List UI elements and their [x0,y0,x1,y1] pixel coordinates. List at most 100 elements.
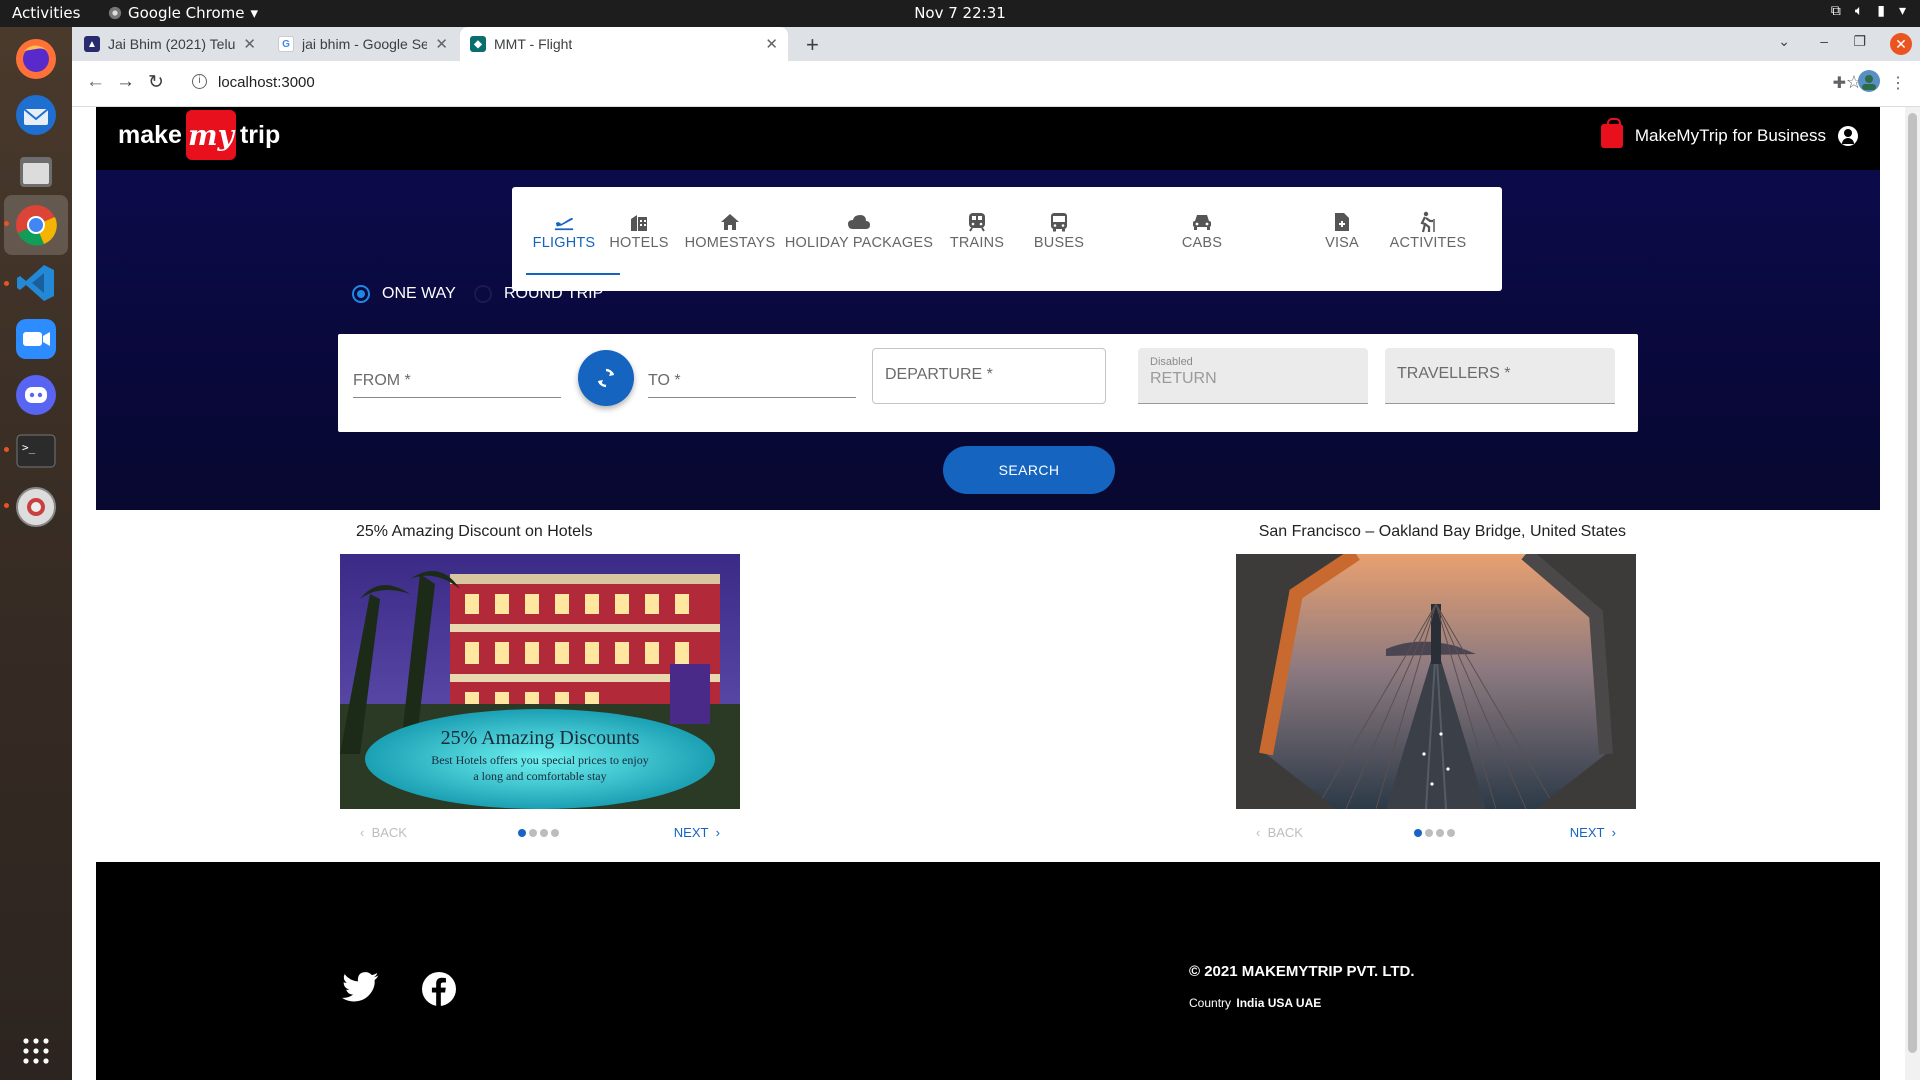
new-tab-plus-icon[interactable]: + [806,32,819,58]
tab-label: FLIGHTS [532,235,596,251]
back-arrow-icon[interactable]: ← [86,71,105,93]
close-tab-icon[interactable]: ✕ [765,35,778,53]
carousel-dot[interactable] [1447,829,1455,837]
terminal-launcher[interactable]: >_ [12,427,60,475]
close-window-icon[interactable]: ✕ [1890,33,1912,55]
tab-hotels[interactable]: HOTELS [604,209,674,251]
tab-mmt-flight[interactable]: ◆ MMT - Flight ✕ [460,27,788,61]
power-menu-icon: ▾ [1898,3,1906,19]
page-scrollbar[interactable] [1905,107,1920,1080]
search-hero: FLIGHTS HOTELS HOMESTAYS HOLIDAY PACKAGE… [96,170,1880,510]
discord-launcher[interactable] [12,371,60,419]
carousel-back-button[interactable]: ‹ BACK [1256,825,1303,840]
from-field[interactable]: FROM * [353,370,561,398]
close-tab-icon[interactable]: ✕ [435,35,448,53]
profile-avatar[interactable] [1858,70,1880,97]
tab-holiday-packages[interactable]: HOLIDAY PACKAGES [784,209,934,251]
vscode-launcher[interactable] [12,259,60,307]
carousel-dot[interactable] [529,829,537,837]
chrome-launcher[interactable] [4,195,68,255]
home-icon [720,209,740,235]
hotel-building-icon [629,209,649,235]
profile-avatar-icon [1858,70,1880,92]
firefox-launcher[interactable] [12,35,60,83]
twitter-link[interactable] [342,972,380,1009]
tab-homestays[interactable]: HOMESTAYS [680,209,780,251]
chrome-menu-icon[interactable]: ⋮ [1890,73,1906,93]
running-indicator [4,447,9,452]
files-launcher[interactable] [12,147,60,195]
carousel-dot[interactable] [1414,829,1422,837]
system-tray[interactable]: ⧉ 🔈︎ ▮ ▾ [1831,3,1906,19]
from-label: FROM * [353,372,411,389]
search-button[interactable]: SEARCH [943,446,1115,494]
carousel-next-button[interactable]: NEXT › [1570,825,1616,840]
tab-search-chevron-icon[interactable]: ⌄ [1778,33,1790,50]
carousel-back-button[interactable]: ‹ BACK [360,825,407,840]
tab-google-search[interactable]: G jai bhim - Google Search ✕ [268,27,458,61]
round-trip-option[interactable]: ROUND TRIP [474,285,603,303]
business-label: MakeMyTrip for Business [1634,126,1826,145]
close-tab-icon[interactable]: ✕ [243,35,256,53]
departure-field[interactable]: DEPARTURE * [872,348,1106,404]
restore-icon[interactable]: ❐ [1853,33,1866,50]
zoom-launcher[interactable] [12,315,60,363]
forward-arrow-icon[interactable]: → [116,71,135,93]
to-field[interactable]: TO * [648,370,856,398]
address-url[interactable]: localhost:3000 [218,74,315,91]
round-trip-label: ROUND TRIP [504,285,604,302]
address-bar[interactable]: i localhost:3000 ☆ [184,66,1874,100]
tab-jai-bhim-telugu[interactable]: ▲ Jai Bhim (2021) Telugu Fu ✕ [74,27,266,61]
chrome-icon [16,205,57,246]
account-circle-icon[interactable] [1838,126,1858,146]
hotel-pool-photo: 25% Amazing Discounts Best Hotels offers… [340,554,740,809]
carousel-next-button[interactable]: NEXT › [674,825,720,840]
facebook-link[interactable] [422,972,456,1011]
tab-label: VISA [1325,235,1359,251]
carousel-dot[interactable] [1425,829,1433,837]
site-info-icon[interactable]: i [192,74,207,89]
app-dock: >_ [0,27,72,1080]
hotel-offer-image[interactable]: 25% Amazing Discounts Best Hotels offers… [340,554,740,809]
country-links[interactable]: India USA UAE [1236,996,1321,1010]
next-label: NEXT [1569,825,1605,840]
carousel-dot[interactable] [518,829,526,837]
travellers-field[interactable]: TRAVELLERS * [1385,348,1615,404]
offer-overlay-line2: a long and comfortable stay [473,769,606,783]
hotel-offer-carousel: 25% Amazing Discount on Hotels 25% Amazi… [340,510,740,857]
show-applications-button[interactable] [12,1027,60,1075]
carousel-dot[interactable] [540,829,548,837]
thunderbird-launcher[interactable] [12,91,60,139]
tab-trains[interactable]: TRAINS [932,209,1022,251]
country-list: Country India USA UAE [1189,996,1321,1010]
thunderbird-icon [16,95,56,135]
swap-cities-button[interactable] [578,350,634,406]
offer-overlay-line1: Best Hotels offers you special prices to… [431,753,648,767]
round-trip-radio[interactable] [474,285,492,303]
tab-activites[interactable]: ACTIVITES [1376,209,1480,251]
react-app-favicon-icon: ◆ [470,36,486,52]
tab-flights[interactable]: FLIGHTS [526,209,602,251]
clock[interactable]: Nov 7 22:31 [0,4,1920,22]
carousel-dot[interactable] [1436,829,1444,837]
return-label: RETURN [1150,370,1217,387]
scrollbar-thumb[interactable] [1908,113,1917,1053]
bay-bridge-image[interactable] [1236,554,1636,809]
business-link[interactable]: MakeMyTrip for Business [1600,118,1858,148]
one-way-label: ONE WAY [382,285,456,302]
battery-icon: ▮ [1877,3,1885,19]
minimize-icon[interactable]: – [1820,33,1828,49]
carousel-dot[interactable] [551,829,559,837]
one-way-radio[interactable] [352,285,370,303]
installer-launcher[interactable] [12,483,60,531]
one-way-option[interactable]: ONE WAY [352,285,456,303]
running-indicator [4,221,9,226]
extensions-puzzle-icon[interactable]: ✚ [1833,73,1846,93]
movie-site-favicon-icon: ▲ [84,36,100,52]
makemytrip-logo[interactable]: make my trip [118,110,280,160]
destination-carousel: San Francisco – Oakland Bay Bridge, Unit… [1236,510,1636,857]
reload-icon[interactable]: ↻ [148,71,164,94]
flight-takeoff-icon [553,209,575,235]
lifebuoy-icon [16,487,56,527]
hiking-icon [1417,209,1439,235]
